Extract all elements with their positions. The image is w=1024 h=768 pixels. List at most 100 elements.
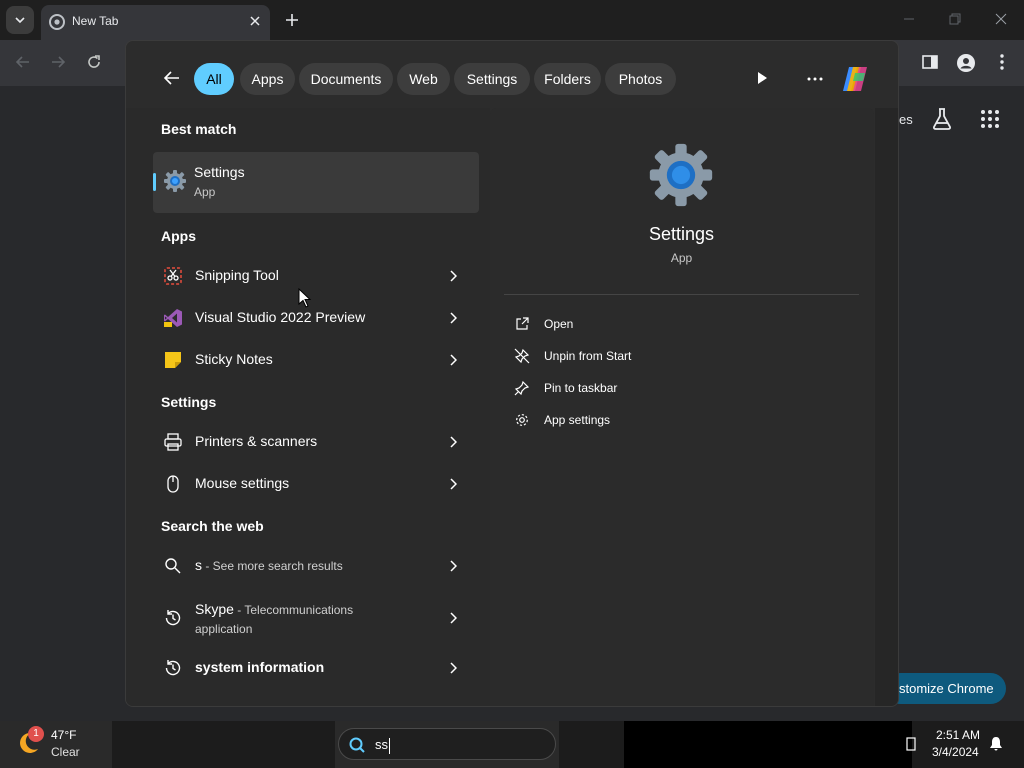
chevron-right-icon[interactable]: [449, 270, 457, 282]
reload-icon[interactable]: [85, 53, 103, 71]
chevron-right-icon[interactable]: [449, 560, 457, 572]
result-label: system information: [195, 659, 325, 675]
apps-grid-icon[interactable]: [980, 109, 1000, 129]
notification-bell-icon[interactable]: [988, 736, 1004, 752]
images-link[interactable]: es: [899, 112, 913, 127]
filter-folders[interactable]: Folders: [534, 63, 601, 95]
weather-badge: 1: [28, 726, 44, 742]
preview-title: Settings: [648, 224, 715, 244]
forward-arrow-icon[interactable]: [49, 53, 67, 71]
weather-temperature: 47°F: [51, 728, 77, 742]
chevron-right-icon[interactable]: [449, 354, 457, 366]
action-label: Open: [544, 317, 574, 331]
result-mouse-settings[interactable]: Mouse settings: [153, 466, 479, 502]
web-query-suffix: - See more search results: [202, 559, 343, 573]
taskbar-search-box[interactable]: ss: [338, 728, 556, 760]
filter-photos[interactable]: Photos: [605, 63, 676, 95]
result-label: Sticky Notes: [195, 351, 273, 367]
tray-icon[interactable]: [905, 737, 917, 751]
start-search-panel: All Apps Documents Web Settings Folders …: [125, 40, 899, 707]
filter-settings[interactable]: Settings: [454, 63, 530, 95]
best-match-heading: Best match: [161, 121, 237, 137]
taskbar: 1 47°F Clear ss 2:51 AM 3/4/2024: [0, 721, 1024, 768]
preview-divider: [504, 294, 859, 295]
selection-indicator: [153, 173, 156, 191]
filter-all[interactable]: All: [194, 63, 234, 95]
back-arrow-icon[interactable]: [14, 53, 32, 71]
chevron-right-icon[interactable]: [449, 478, 457, 490]
menu-dots-icon[interactable]: [994, 53, 1010, 71]
weather-widget[interactable]: 1 47°F Clear: [0, 721, 112, 768]
result-label: s - See more search results: [195, 557, 343, 573]
best-match-title: Settings: [194, 164, 245, 180]
chevron-right-icon[interactable]: [449, 662, 457, 674]
action-label: Pin to taskbar: [544, 381, 618, 395]
result-visual-studio[interactable]: Visual Studio 2022 Preview: [153, 300, 479, 336]
minimize-icon[interactable]: [902, 12, 916, 26]
clock-time[interactable]: 2:51 AM: [936, 728, 980, 742]
visual-studio-icon: [164, 309, 182, 327]
sticky-notes-icon: [165, 352, 181, 368]
snipping-tool-icon: [164, 267, 182, 285]
settings-heading: Settings: [161, 394, 217, 410]
browser-tab-strip: New Tab: [0, 0, 1024, 40]
filter-web[interactable]: Web: [397, 63, 450, 95]
history-icon: [165, 660, 181, 676]
result-web-search[interactable]: s - See more search results: [153, 548, 479, 584]
result-label: Snipping Tool: [195, 267, 279, 283]
side-panel-icon[interactable]: [921, 53, 939, 71]
unpin-icon: [514, 348, 530, 364]
settings-gear-icon: [164, 170, 186, 192]
window-close-icon[interactable]: [994, 12, 1008, 26]
play-icon[interactable]: [756, 71, 768, 85]
more-options-icon[interactable]: [807, 77, 823, 81]
search-web-heading: Search the web: [161, 518, 264, 534]
taskbar-hidden-region: [624, 721, 912, 768]
scrollbar-track[interactable]: [875, 108, 898, 706]
pin-icon: [514, 380, 530, 396]
result-label: Skype - Telecommunications: [195, 601, 353, 617]
copilot-icon[interactable]: [839, 63, 871, 95]
weather-condition: Clear: [51, 745, 80, 759]
tab-search-button[interactable]: [6, 6, 34, 34]
result-system-information[interactable]: system information: [153, 650, 479, 686]
chrome-logo-icon: [49, 14, 65, 30]
chevron-right-icon[interactable]: [449, 436, 457, 448]
mouse-icon: [167, 475, 179, 493]
skype-suffix-line2: application: [195, 622, 253, 636]
gear-icon: [516, 414, 528, 426]
web-query: s: [195, 557, 202, 573]
search-query: ss: [375, 737, 388, 752]
result-label: Mouse settings: [195, 475, 290, 491]
text-caret: [389, 737, 390, 754]
customize-chrome-button[interactable]: stomize Chrome: [885, 673, 1006, 704]
filter-documents[interactable]: Documents: [299, 63, 393, 95]
labs-flask-icon[interactable]: [931, 107, 953, 131]
result-printers-scanners[interactable]: Printers & scanners: [153, 424, 479, 460]
open-external-icon: [516, 317, 529, 330]
best-match-type: App: [194, 185, 216, 199]
action-label: Unpin from Start: [544, 349, 632, 363]
skype-suffix: - Telecommunications: [233, 603, 354, 617]
skype-name: Skype: [195, 601, 234, 617]
clock-date[interactable]: 3/4/2024: [932, 745, 979, 759]
chevron-right-icon[interactable]: [449, 312, 457, 324]
taskbar-search-area: ss: [335, 721, 559, 768]
chevron-right-icon[interactable]: [449, 612, 457, 624]
best-match-result[interactable]: Settings App: [153, 152, 479, 308]
profile-avatar-icon[interactable]: [956, 53, 976, 73]
settings-gear-large-icon: [649, 143, 713, 207]
result-label: Visual Studio 2022 Preview: [195, 309, 366, 325]
tab-title: New Tab: [72, 14, 119, 28]
restore-icon[interactable]: [948, 12, 962, 26]
result-sticky-notes[interactable]: Sticky Notes: [153, 342, 479, 378]
close-icon[interactable]: [247, 13, 263, 29]
new-tab-plus-icon[interactable]: [283, 11, 301, 29]
back-arrow-icon[interactable]: [162, 68, 182, 88]
taskbar-search-input[interactable]: ss: [375, 737, 390, 754]
result-skype[interactable]: Skype - Telecommunications application: [153, 596, 479, 640]
filter-apps[interactable]: Apps: [240, 63, 295, 95]
printer-icon: [164, 433, 182, 451]
browser-tab[interactable]: New Tab: [41, 5, 270, 40]
result-label: Printers & scanners: [195, 433, 318, 449]
